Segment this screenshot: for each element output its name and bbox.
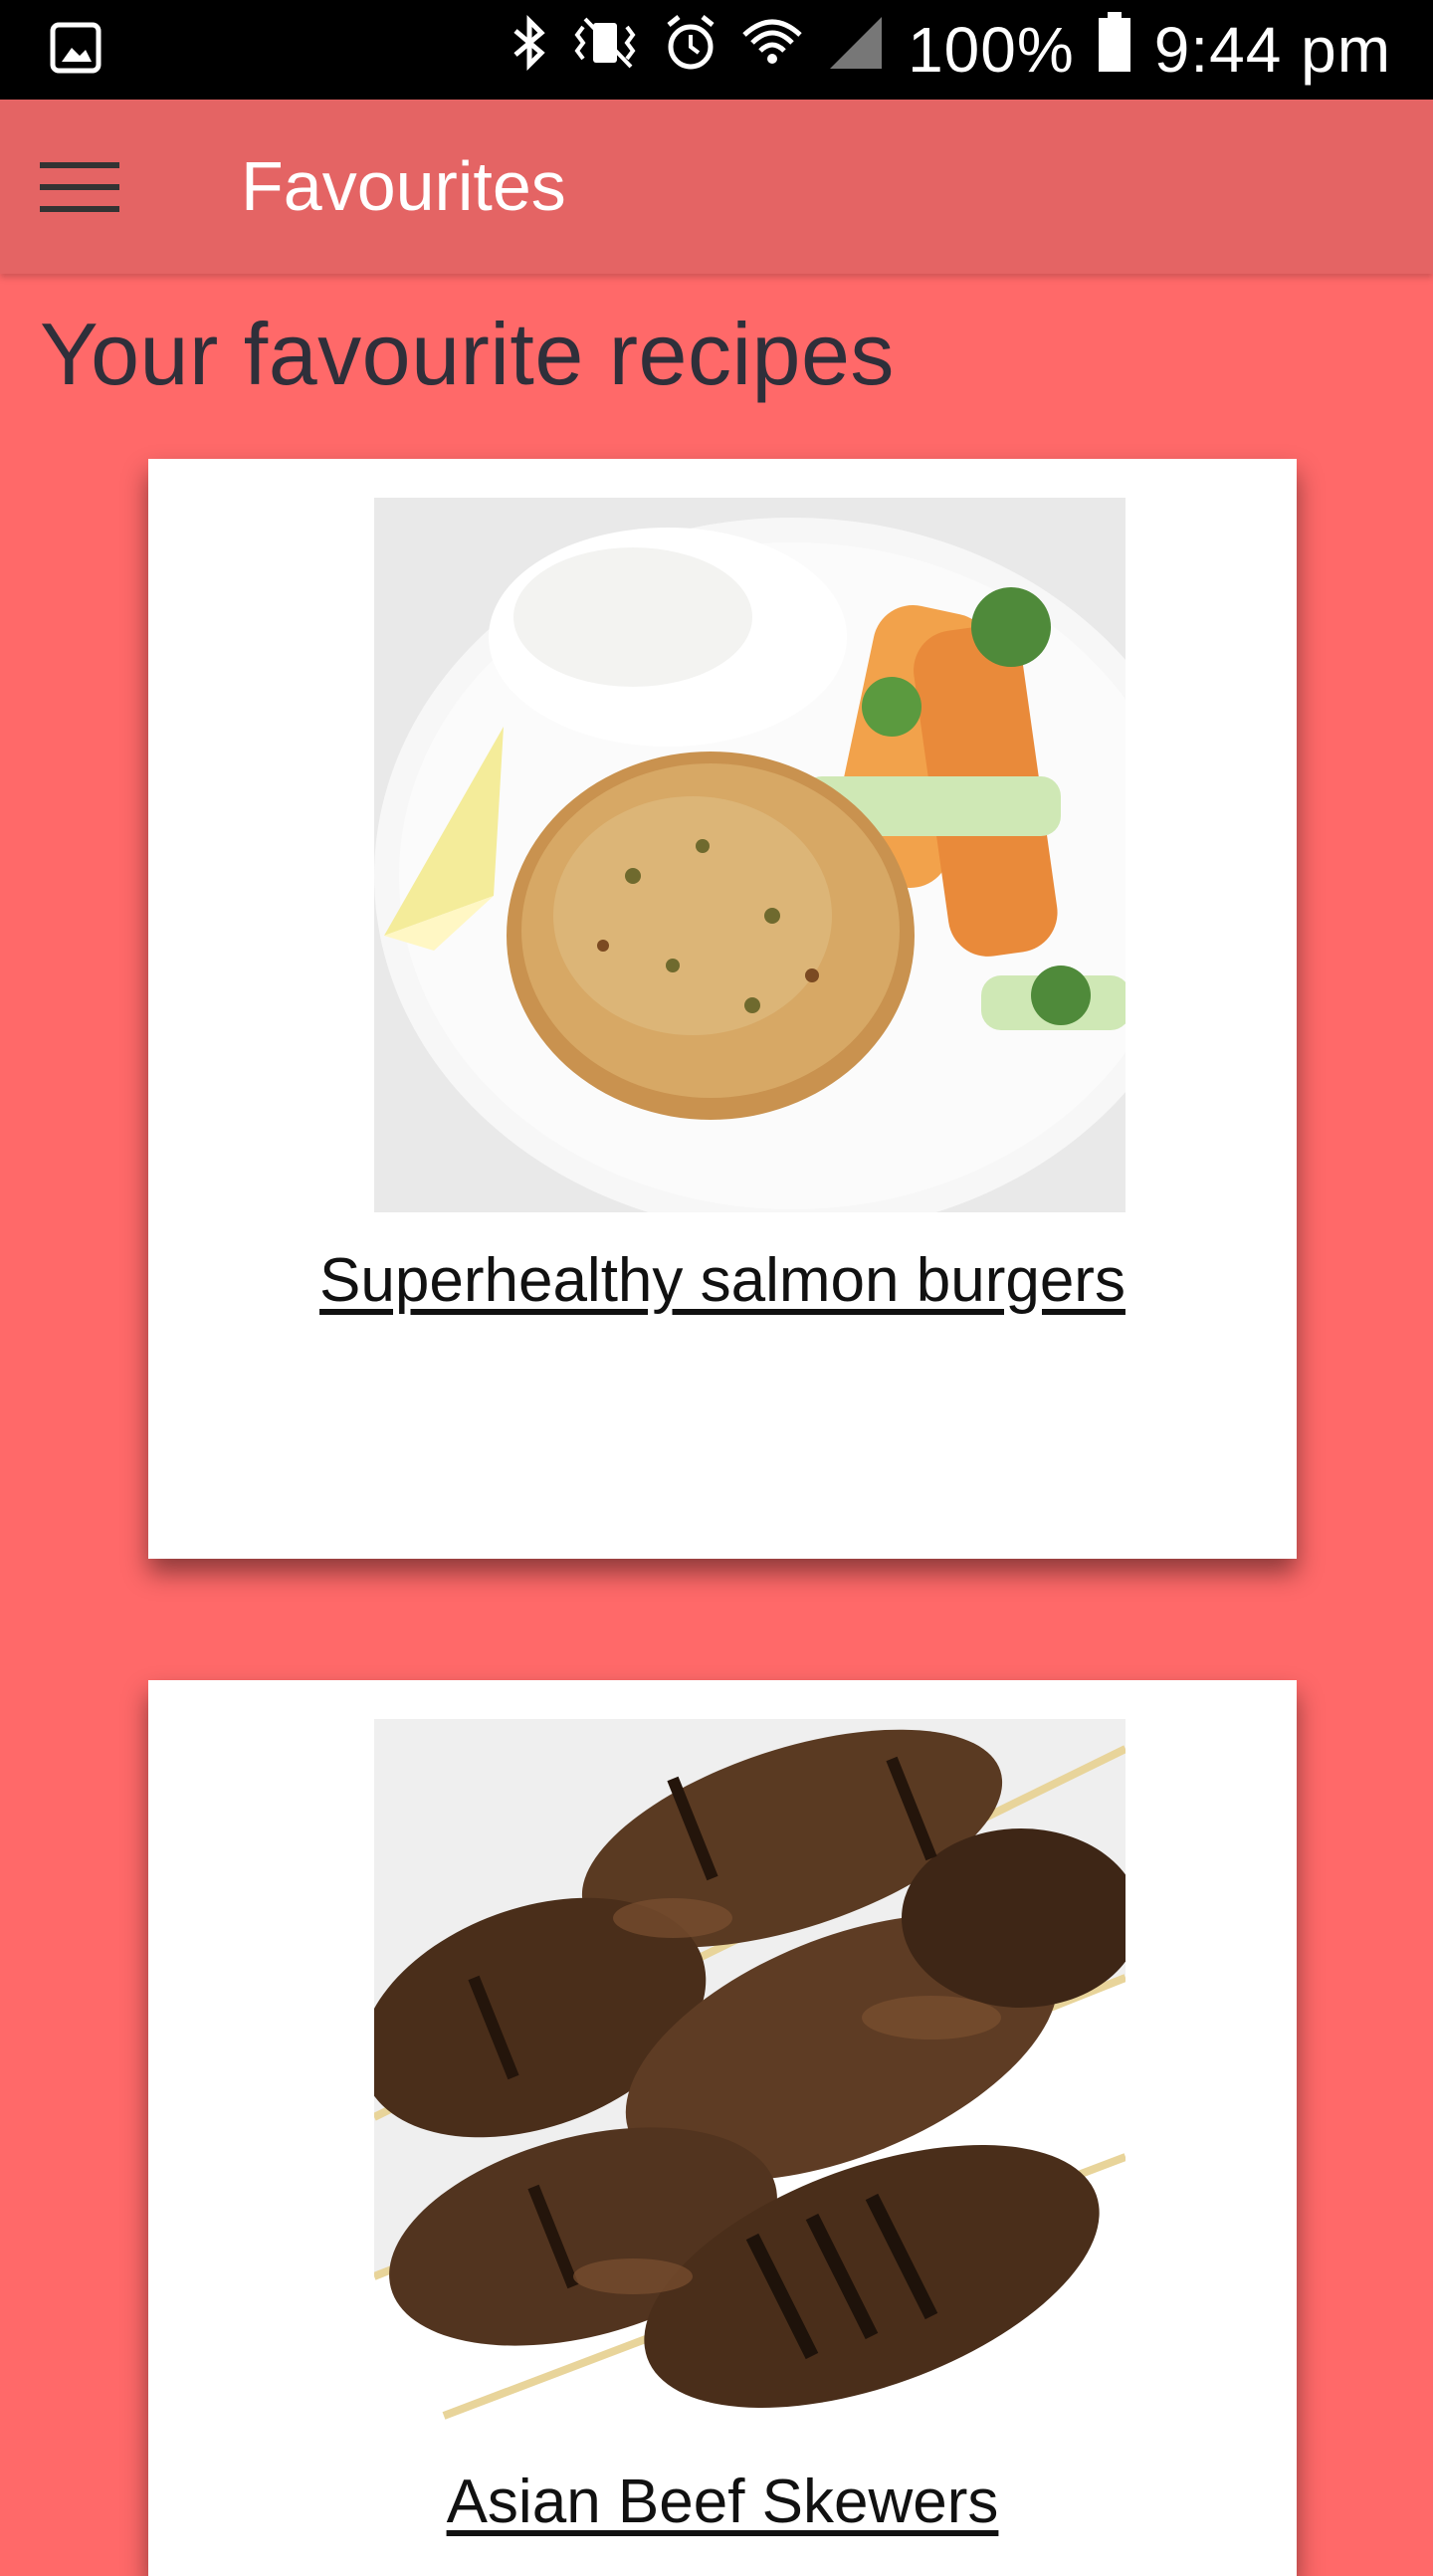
battery-icon <box>1097 11 1132 89</box>
beef-skewers-photo[interactable] <box>374 1719 1126 2434</box>
app-title: Favourites <box>241 147 566 225</box>
clock-time: 9:44 pm <box>1153 14 1391 86</box>
salmon-burger-photo[interactable] <box>374 498 1126 1212</box>
battery-percentage: 100% <box>908 14 1075 86</box>
recipe-card[interactable]: Asian Beef Skewers <box>148 1680 1297 2576</box>
signal-icon <box>826 13 886 88</box>
status-bar: 100% 9:44 pm <box>0 0 1433 100</box>
wifi-icon <box>740 13 804 88</box>
vibrate-icon <box>571 13 641 88</box>
alarm-icon <box>663 13 718 88</box>
hamburger-menu-icon[interactable] <box>30 147 129 227</box>
bluetooth-icon <box>510 13 549 88</box>
recipe-title-link[interactable]: Asian Beef Skewers <box>148 2467 1297 2537</box>
gallery-icon <box>50 22 102 79</box>
recipe-card[interactable]: Superhealthy salmon burgers <box>148 459 1297 1559</box>
app-bar: Favourites <box>0 100 1433 274</box>
page-heading: Your favourite recipes <box>40 305 895 403</box>
recipe-title-link[interactable]: Superhealthy salmon burgers <box>148 1245 1297 1316</box>
